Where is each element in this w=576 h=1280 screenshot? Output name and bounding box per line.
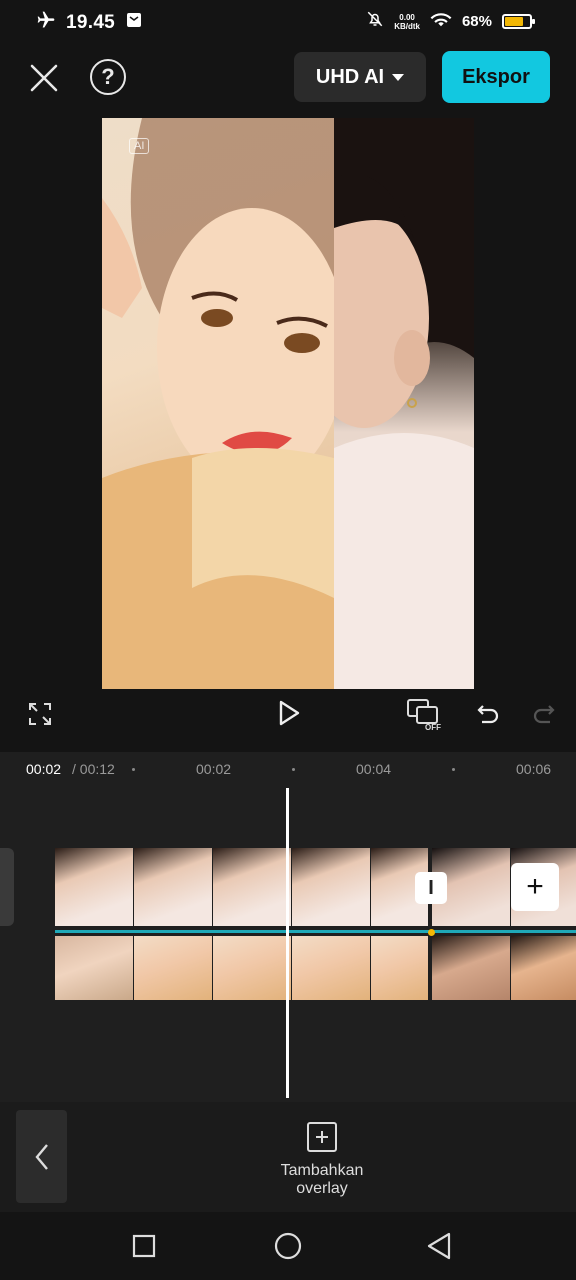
back-button[interactable] [16,1110,67,1203]
caret-down-icon [392,73,405,81]
undo-button[interactable] [474,700,502,728]
transition-button[interactable]: I [415,872,447,904]
ai-watermark: AI [129,138,150,154]
play-icon [279,700,300,726]
nav-back-button[interactable] [424,1230,454,1262]
preview-illustration-half: AI [102,118,347,689]
tick-dot [452,768,455,771]
timeline-panel[interactable]: 00:02 / 00:12 00:02 00:04 00:06 I + [0,752,576,1102]
playhead[interactable] [286,788,289,1098]
preview-photo-half [299,118,474,689]
network-speed: 0.00 KB/dtk [394,13,420,31]
tick-label: 00:04 [356,761,392,777]
recents-icon [132,1234,156,1258]
main-video-track[interactable] [55,848,576,926]
clip-thumbnail [371,936,429,1000]
overlay-label-line1: Tambahkan [280,1162,364,1179]
track-divider-line [55,930,576,933]
export-button[interactable]: Ekspor [442,51,550,103]
overlay-track[interactable] [55,936,576,1000]
clip-thumbnail [292,936,371,1000]
back-triangle-icon [427,1232,451,1260]
chevron-left-icon [34,1143,48,1170]
help-icon: ? [101,64,115,89]
home-icon [274,1232,302,1260]
total-time: / 00:12 [72,761,115,777]
time-ruler: 00:02 / 00:12 00:02 00:04 00:06 [0,752,576,786]
close-button[interactable] [24,58,64,98]
airplane-mode-icon [36,10,56,35]
editor-top-bar: ? UHD AI Ekspor [0,48,576,106]
system-nav-bar [0,1212,576,1280]
wifi-icon [430,10,452,33]
tick-dot [292,768,295,771]
clip-thumbnail [134,848,213,926]
quality-dropdown[interactable]: UHD AI [294,52,426,102]
close-icon [30,64,58,92]
tick-label: 00:06 [516,761,552,777]
illustrated-portrait [102,118,347,689]
playback-controls: OFF [0,690,576,736]
status-bar: 19.45 0.00 KB/dtk 68% [0,0,576,46]
net-speed-value: 0.00 [399,12,415,22]
clip-thumbnail [213,848,292,926]
status-right: 0.00 KB/dtk 68% [366,10,535,33]
track-edge-handle[interactable] [0,848,14,926]
quality-label: UHD AI [315,65,385,88]
clip-thumbnail [511,936,576,1000]
help-button[interactable]: ? [90,59,126,95]
battery-fill [505,17,523,26]
redo-button[interactable] [530,700,558,728]
clip-thumbnail [432,936,511,1000]
redo-icon [533,705,555,724]
home-button[interactable] [272,1230,304,1262]
clip-thumbnail [55,848,134,926]
status-left: 19.45 [36,10,143,35]
tick-dot [132,768,135,771]
add-overlay-icon [307,1122,337,1152]
compare-off-icon: OFF [407,699,441,731]
battery-percent: 68% [461,13,492,30]
clip-thumbnail [213,936,292,1000]
battery-icon [502,14,535,29]
keyframe-marker[interactable] [428,929,435,936]
add-clip-button[interactable]: + [511,863,559,911]
fullscreen-icon [29,703,51,725]
compare-toggle-button[interactable]: OFF [404,696,444,732]
fullscreen-button[interactable] [26,700,54,728]
mute-icon [366,10,384,33]
overlay-label-line2: overlay [296,1180,348,1197]
video-preview[interactable]: AI [102,118,474,689]
svg-text:OFF: OFF [425,723,441,731]
add-overlay-label: Tambahkan overlay [258,1162,386,1198]
net-speed-unit: KB/dtk [394,21,420,31]
add-overlay-button[interactable]: Tambahkan overlay [258,1122,386,1198]
tick-label: 00:02 [196,761,232,777]
clip-thumbnail [134,936,213,1000]
clip-thumbnail [55,936,134,1000]
clip-thumbnail [292,848,371,926]
current-time: 00:02 [26,761,62,777]
undo-icon [477,705,499,724]
play-button[interactable] [274,698,304,728]
photo-portrait [299,118,474,689]
recents-button[interactable] [130,1232,158,1260]
status-time: 19.45 [66,11,116,33]
bottom-tool-panel: Tambahkan overlay [0,1102,576,1212]
notification-icon [125,11,143,34]
